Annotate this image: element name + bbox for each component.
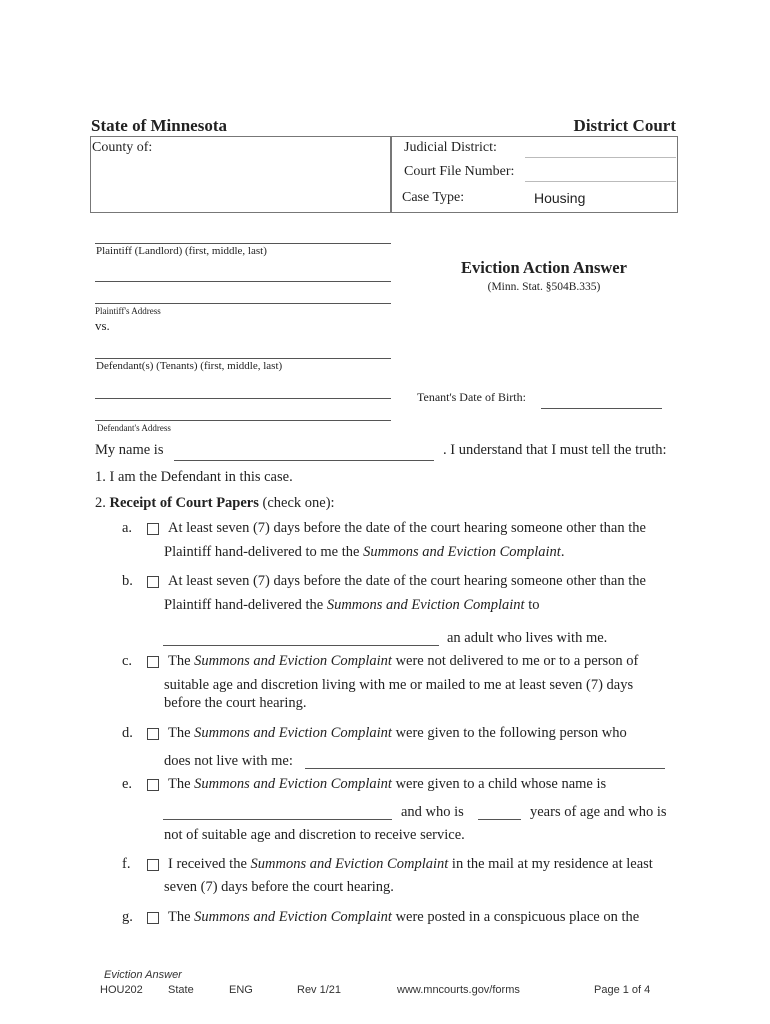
defendant-label: Defendant(s) (Tenants) (first, middle, l… [96,360,283,372]
plaintiff-address-line-1[interactable] [95,281,391,283]
item-1: 1. I am the Defendant in this case. [95,469,293,485]
non-resident-name-field[interactable] [305,768,665,769]
court-heading: District Court [573,116,676,135]
option-e-years-of-age: years of age and who is [530,804,667,820]
option-d-checkbox[interactable] [147,728,159,740]
doc-name: Summons and Eviction Complaint [250,856,449,872]
option-e-letter: e. [122,776,133,792]
tenant-dob-field[interactable] [541,408,662,410]
child-name-field[interactable] [163,819,392,820]
my-name-is-label: My name is [95,442,164,458]
child-age-field[interactable] [478,819,521,820]
doc-name: Summons and Eviction Complaint [194,653,392,669]
judicial-district-label: Judicial District: [404,140,497,155]
option-b-line-1: At least seven (7) days before the date … [168,573,646,589]
option-d-line-2: does not live with me: [164,753,293,769]
statute-reference: (Minn. Stat. §504B.335) [487,281,601,293]
option-f-letter: f. [122,856,131,872]
footer-language: ENG [229,984,253,996]
caption-divider [390,136,392,213]
plaintiff-address-line-2[interactable] [95,303,391,305]
footer-page-number: Page 1 of 4 [594,984,651,996]
doc-name: Summons and Eviction Complaint [363,544,561,560]
option-g-line-1: The Summons and Eviction Complaint were … [168,909,640,925]
option-c-line-1: The Summons and Eviction Complaint were … [168,653,639,669]
option-e-checkbox[interactable] [147,779,159,791]
option-b-line-3: an adult who lives with me. [447,630,608,646]
item-2-instruction: (check one): [262,495,335,511]
option-a-letter: a. [122,520,133,536]
item-2-heading: 2. Receipt of Court Papers (check one): [95,495,335,512]
court-file-number-label: Court File Number: [404,164,515,179]
option-d-letter: d. [122,725,133,741]
my-name-field[interactable] [174,460,434,461]
option-g-checkbox[interactable] [147,912,159,924]
doc-name: Summons and Eviction Complaint [194,725,392,741]
option-f-checkbox[interactable] [147,859,159,871]
option-d-line-1: The Summons and Eviction Complaint were … [168,725,627,741]
option-f-line-1: I received the Summons and Eviction Comp… [168,856,653,872]
case-type-label: Case Type: [402,190,465,205]
adult-name-field[interactable] [163,645,439,646]
plaintiff-label: Plaintiff (Landlord) (first, middle, las… [96,245,267,257]
defendant-address-line-1[interactable] [95,398,391,400]
footer-form-title: Eviction Answer [104,969,182,981]
doc-name: Summons and Eviction Complaint [194,776,392,792]
tenant-dob-label: Tenant's Date of Birth: [417,390,526,404]
option-f-line-2: seven (7) days before the court hearing. [164,879,394,895]
option-c-checkbox[interactable] [147,656,159,668]
option-b-letter: b. [122,573,133,589]
judicial-district-field[interactable] [525,157,676,158]
option-b-checkbox[interactable] [147,576,159,588]
option-c-letter: c. [122,653,133,669]
footer-url[interactable]: www.mncourts.gov/forms [397,984,520,996]
item-2-number: 2. [95,495,106,511]
option-e-and-who-is: and who is [401,804,464,820]
option-e-line-3: not of suitable age and discretion to re… [164,827,465,843]
option-a-line-2: Plaintiff hand-delivered to me the Summo… [164,544,565,560]
plaintiff-address-label: Plaintiff's Address [95,306,161,316]
option-e-line-1: The Summons and Eviction Complaint were … [168,776,607,792]
case-type-value: Housing [534,190,586,206]
defendant-address-line-2[interactable] [95,420,391,422]
truth-statement: . I understand that I must tell the trut… [443,442,667,458]
case-caption-box [90,136,678,213]
option-g-letter: g. [122,909,133,925]
footer-jurisdiction: State [168,984,194,996]
court-file-number-field[interactable] [525,181,676,182]
footer-revision: Rev 1/21 [297,984,342,996]
versus-label: vs. [95,318,110,333]
doc-name: Summons and Eviction Complaint [194,909,392,925]
county-label: County of: [92,140,153,155]
doc-name: Summons and Eviction Complaint [326,597,525,613]
option-a-line-1: At least seven (7) days before the date … [168,520,646,536]
footer-form-code: HOU202 [100,984,143,996]
option-b-line-2: Plaintiff hand-delivered the Summons and… [164,597,540,613]
option-c-line-2: suitable age and discretion living with … [164,677,634,693]
option-c-line-3: before the court hearing. [164,695,307,711]
state-heading: State of Minnesota [91,116,227,135]
item-2-title: Receipt of Court Papers [109,495,259,511]
option-a-checkbox[interactable] [147,523,159,535]
form-title: Eviction Action Answer [461,258,627,277]
defendant-address-label: Defendant's Address [97,423,171,433]
